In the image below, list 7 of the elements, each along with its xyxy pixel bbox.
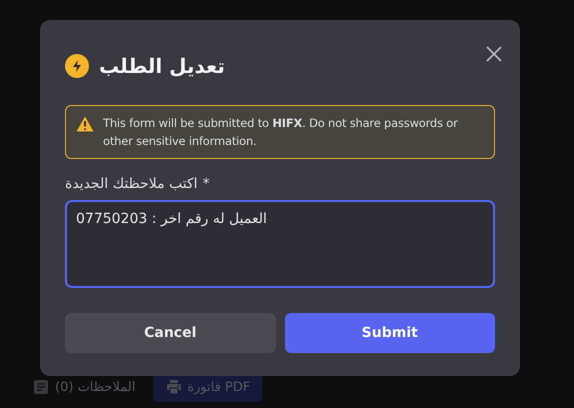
required-asterisk: *	[202, 176, 210, 192]
cancel-button[interactable]: Cancel	[65, 313, 276, 353]
submit-button[interactable]: Submit	[284, 313, 495, 353]
dialog-title: تعديل الطلب	[99, 54, 226, 78]
warning-text: This form will be submitted to HIFX. Do not share passwords or other sensitive information.	[103, 115, 459, 150]
field-label: اكتب ملاحظتك الجديدة	[65, 176, 198, 192]
note-input-field[interactable]: العميل له رقم اخر : 07750203	[65, 200, 495, 288]
